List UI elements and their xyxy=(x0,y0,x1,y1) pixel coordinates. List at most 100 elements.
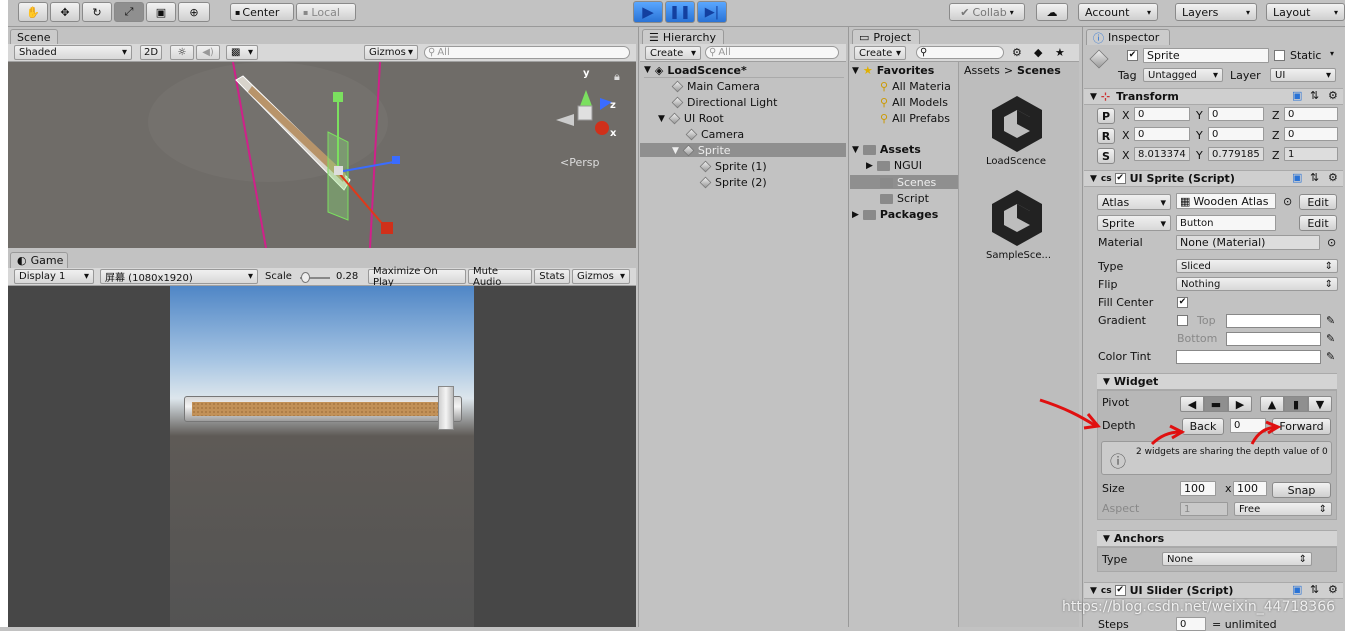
lighting-toggle[interactable]: ☼ xyxy=(170,45,194,60)
book-icon[interactable]: ▣ xyxy=(1292,171,1302,184)
account-dropdown[interactable]: Account ▾ xyxy=(1078,3,1158,21)
flip-dropdown[interactable]: Nothing ⇕ xyxy=(1176,277,1338,291)
atlas-dropdown[interactable]: Atlas ▾ xyxy=(1097,194,1171,210)
audio-toggle[interactable]: ◀) xyxy=(196,45,220,60)
reset-rotation-button[interactable]: R xyxy=(1097,128,1115,144)
active-checkbox[interactable]: ✔ xyxy=(1127,50,1138,61)
chevron-down-icon[interactable]: ▾ xyxy=(1330,49,1334,58)
resolution-dropdown[interactable]: 屏幕 (1080x1920) ▾ xyxy=(100,269,258,284)
move-tool-button[interactable]: ✥ xyxy=(50,2,80,22)
object-picker-icon[interactable]: ⊙ xyxy=(1283,195,1292,208)
breadcrumb-root[interactable]: Assets xyxy=(964,64,1000,77)
scale-z-field[interactable]: 1 xyxy=(1284,147,1338,161)
ui-sprite-header[interactable]: ▼ cs ✔ UI Sprite (Script) xyxy=(1084,170,1343,187)
height-field[interactable]: 100 xyxy=(1233,481,1267,496)
widget-header[interactable]: ▼ Widget xyxy=(1097,373,1337,390)
hierarchy-search-input[interactable]: ⚲ All xyxy=(705,46,839,59)
tab-inspector[interactable]: ⓘ Inspector xyxy=(1086,29,1170,45)
tab-scene[interactable]: Scene xyxy=(10,29,58,45)
position-z-field[interactable]: 0 xyxy=(1284,107,1338,121)
eyedropper-icon[interactable]: ✎ xyxy=(1326,314,1335,327)
file-tile[interactable]: LoadScence xyxy=(986,92,1048,172)
type-dropdown[interactable]: Sliced ⇕ xyxy=(1176,259,1338,273)
shading-dropdown[interactable]: Shaded ▾ xyxy=(14,45,132,60)
aspect-field[interactable]: 1 xyxy=(1180,502,1228,516)
sprite-field[interactable]: Button xyxy=(1176,215,1276,231)
anchors-header[interactable]: ▼ Anchors xyxy=(1097,530,1337,547)
packages-node[interactable]: ▶ Packages xyxy=(852,208,938,221)
atlas-edit-button[interactable]: Edit xyxy=(1299,194,1337,210)
gradient-top-color[interactable] xyxy=(1226,314,1321,328)
rotation-z-field[interactable]: 0 xyxy=(1284,127,1338,141)
gear-icon[interactable]: ⚙ xyxy=(1328,171,1338,184)
preset-icon[interactable]: ⇅ xyxy=(1310,171,1319,184)
hierarchy-create-dropdown[interactable]: Create ▾ xyxy=(645,46,701,60)
list-item[interactable]: Main Camera xyxy=(671,80,760,93)
sprite-dropdown[interactable]: Sprite ▾ xyxy=(1097,215,1171,231)
snap-button[interactable]: Snap xyxy=(1272,482,1331,498)
list-item[interactable]: ⚲ All Prefabs xyxy=(880,112,950,125)
game-gizmos-dropdown[interactable]: Gizmos ▾ xyxy=(572,269,630,284)
collab-button[interactable]: ✔ Collab ▾ xyxy=(949,3,1025,21)
layout-dropdown[interactable]: Layout ▾ xyxy=(1266,3,1345,21)
pivot-center-button[interactable]: ▪ Center xyxy=(230,3,294,21)
gear-icon[interactable]: ⚙ xyxy=(1328,583,1338,596)
list-item[interactable]: Script xyxy=(880,192,929,205)
list-item[interactable]: ⚲ All Models xyxy=(880,96,948,109)
rect-tool-button[interactable]: ▣ xyxy=(146,2,176,22)
scene-view[interactable]: y z x <Persp 🔒︎ xyxy=(8,62,636,248)
effects-dropdown[interactable]: ▩ ▾ xyxy=(226,45,258,60)
component-enabled-checkbox[interactable]: ✔ xyxy=(1114,173,1126,184)
project-create-dropdown[interactable]: Create ▾ xyxy=(854,46,906,60)
list-item[interactable]: Camera xyxy=(685,128,744,141)
book-icon[interactable]: ▣ xyxy=(1292,583,1302,596)
scale-x-field[interactable]: 8.013374 xyxy=(1134,147,1190,161)
label-tag-icon[interactable]: ◆ xyxy=(1034,46,1042,59)
assets-node[interactable]: ▼ Assets xyxy=(852,143,921,156)
play-button[interactable]: ▶ xyxy=(633,1,663,23)
scale-slider-thumb[interactable] xyxy=(301,272,310,283)
static-checkbox[interactable] xyxy=(1274,50,1285,61)
eyedropper-icon[interactable]: ✎ xyxy=(1326,350,1335,363)
rotation-y-field[interactable]: 0 xyxy=(1208,127,1264,141)
width-field[interactable]: 100 xyxy=(1180,481,1216,496)
gear-icon[interactable]: ⚙ xyxy=(1328,89,1338,102)
layer-dropdown[interactable]: UI ▾ xyxy=(1270,68,1336,82)
color-tint-field[interactable] xyxy=(1176,350,1321,364)
aspect-mode-dropdown[interactable]: Free ⇕ xyxy=(1234,502,1332,516)
list-item[interactable]: Directional Light xyxy=(671,96,777,109)
gradient-bottom-color[interactable] xyxy=(1226,332,1321,346)
ui-slider-header[interactable]: ▼ cs ✔ UI Slider (Script) xyxy=(1084,582,1343,599)
stats-toggle[interactable]: Stats xyxy=(534,269,570,284)
transform-tool-button[interactable]: ⊕ xyxy=(178,2,210,22)
slider-thumb[interactable] xyxy=(438,386,454,430)
mute-audio-toggle[interactable]: Mute Audio xyxy=(468,266,532,288)
anchors-type-dropdown[interactable]: None ⇕ xyxy=(1162,552,1312,566)
list-item[interactable]: Scenes xyxy=(880,176,936,189)
transform-header[interactable]: ▼ ⊹ Transform xyxy=(1084,88,1343,105)
display-dropdown[interactable]: Display 1 ▾ xyxy=(14,269,94,284)
book-icon[interactable]: ▣ xyxy=(1292,89,1302,102)
pause-button[interactable]: ❚❚ xyxy=(665,1,695,23)
object-name-input[interactable]: Sprite xyxy=(1143,48,1269,63)
list-item[interactable]: ⚲ All Materia xyxy=(880,80,951,93)
lock-icon[interactable]: 🔒︎ xyxy=(614,70,620,84)
step-button[interactable]: ▶| xyxy=(697,1,727,23)
fill-center-checkbox[interactable]: ✔ xyxy=(1177,297,1188,308)
list-item[interactable]: ▶ NGUI xyxy=(866,159,922,172)
object-picker-icon[interactable]: ⊙ xyxy=(1327,236,1336,249)
scale-tool-button[interactable]: ⤢ xyxy=(114,2,144,22)
persp-label[interactable]: <Persp xyxy=(560,156,599,169)
reset-position-button[interactable]: P xyxy=(1097,108,1115,124)
reset-scale-button[interactable]: S xyxy=(1097,148,1115,164)
pivot-local-button[interactable]: ▪ Local xyxy=(296,3,356,21)
breadcrumb-current[interactable]: Scenes xyxy=(1017,64,1061,77)
material-field[interactable]: None (Material) xyxy=(1176,235,1320,250)
scale-y-field[interactable]: 0.779185 xyxy=(1208,147,1264,161)
2d-toggle[interactable]: 2D xyxy=(140,45,162,60)
project-search-input[interactable]: ⚲ xyxy=(916,46,1004,59)
preset-icon[interactable]: ⇅ xyxy=(1310,89,1319,102)
rotate-tool-button[interactable]: ↻ xyxy=(82,2,112,22)
position-x-field[interactable]: 0 xyxy=(1134,107,1190,121)
file-tile[interactable]: SampleSce... xyxy=(986,186,1051,266)
